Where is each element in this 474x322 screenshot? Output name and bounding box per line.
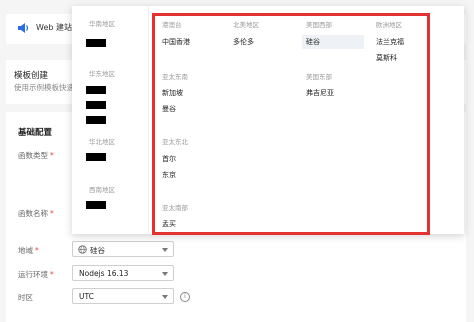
chevron-down-icon xyxy=(162,272,168,276)
redacted-item[interactable] xyxy=(86,86,106,94)
region-option-hong-kong[interactable]: 中国香港 xyxy=(162,37,190,47)
timezone-select-value: UTC xyxy=(79,292,94,301)
area-title: 华东地区 xyxy=(89,70,115,78)
region-option-mumbai[interactable]: 孟买 xyxy=(162,219,176,229)
field-label-function-type: 函数类型 * xyxy=(18,151,54,160)
domestic-region-column: 华南地区 华东地区 华北地区 西南地区 xyxy=(72,6,149,234)
group-title: 港澳台 xyxy=(162,21,182,29)
region-option-seoul[interactable]: 首尔 xyxy=(162,154,176,164)
field-label-function-name: 函数名称 * xyxy=(18,209,54,218)
region-option-bangkok[interactable]: 曼谷 xyxy=(162,104,176,114)
group-title: 亚太南部 xyxy=(162,204,188,212)
chevron-down-icon xyxy=(162,295,168,299)
globe-icon xyxy=(78,245,87,254)
speaker-icon xyxy=(18,23,29,33)
group-title: 北美地区 xyxy=(233,21,259,29)
redacted-item[interactable] xyxy=(86,201,106,209)
timezone-select[interactable]: UTC xyxy=(72,288,174,304)
redacted-item[interactable] xyxy=(86,116,106,124)
region-option-virginia[interactable]: 弗吉尼亚 xyxy=(306,88,334,98)
region-option-tokyo[interactable]: 东京 xyxy=(162,170,176,180)
runtime-select-value: Nodejs 16.13 xyxy=(79,269,129,278)
group-title: 亚太东南 xyxy=(162,73,188,81)
area-title: 西南地区 xyxy=(89,186,115,194)
group-title: 美国西部 xyxy=(306,21,332,29)
field-label-timezone: 时区 xyxy=(18,293,33,302)
group-title: 美国东部 xyxy=(306,73,332,81)
chevron-down-icon xyxy=(162,248,168,252)
group-title: 欧洲地区 xyxy=(376,21,402,29)
region-option-frankfurt[interactable]: 法兰克福 xyxy=(376,37,404,47)
area-title: 华北地区 xyxy=(89,138,115,146)
runtime-select[interactable]: Nodejs 16.13 xyxy=(72,265,174,281)
region-select[interactable]: 硅谷 xyxy=(72,241,174,257)
redacted-item[interactable] xyxy=(86,101,106,109)
section-title: 模板创建 xyxy=(14,71,49,81)
area-title: 华南地区 xyxy=(89,20,115,28)
info-icon[interactable]: i xyxy=(180,292,190,302)
section-title: 基础配置 xyxy=(18,128,53,138)
group-title: 亚太东北 xyxy=(162,138,188,146)
region-option-singapore[interactable]: 新加坡 xyxy=(162,88,183,98)
region-option-moscow[interactable]: 莫斯科 xyxy=(376,53,397,63)
field-label-region: 地域 * xyxy=(18,246,39,255)
redacted-item[interactable] xyxy=(86,153,106,161)
region-option-silicon-valley[interactable]: 硅谷 xyxy=(302,35,364,49)
highlight-frame: 港澳台 中国香港 北美地区 多伦多 美国西部 硅谷 欧洲地区 法兰克福 莫斯科 … xyxy=(152,13,430,235)
region-select-value: 硅谷 xyxy=(90,246,105,255)
region-option-toronto[interactable]: 多伦多 xyxy=(233,37,254,47)
redacted-item[interactable] xyxy=(86,39,106,47)
field-label-runtime: 运行环境 * xyxy=(18,270,54,279)
